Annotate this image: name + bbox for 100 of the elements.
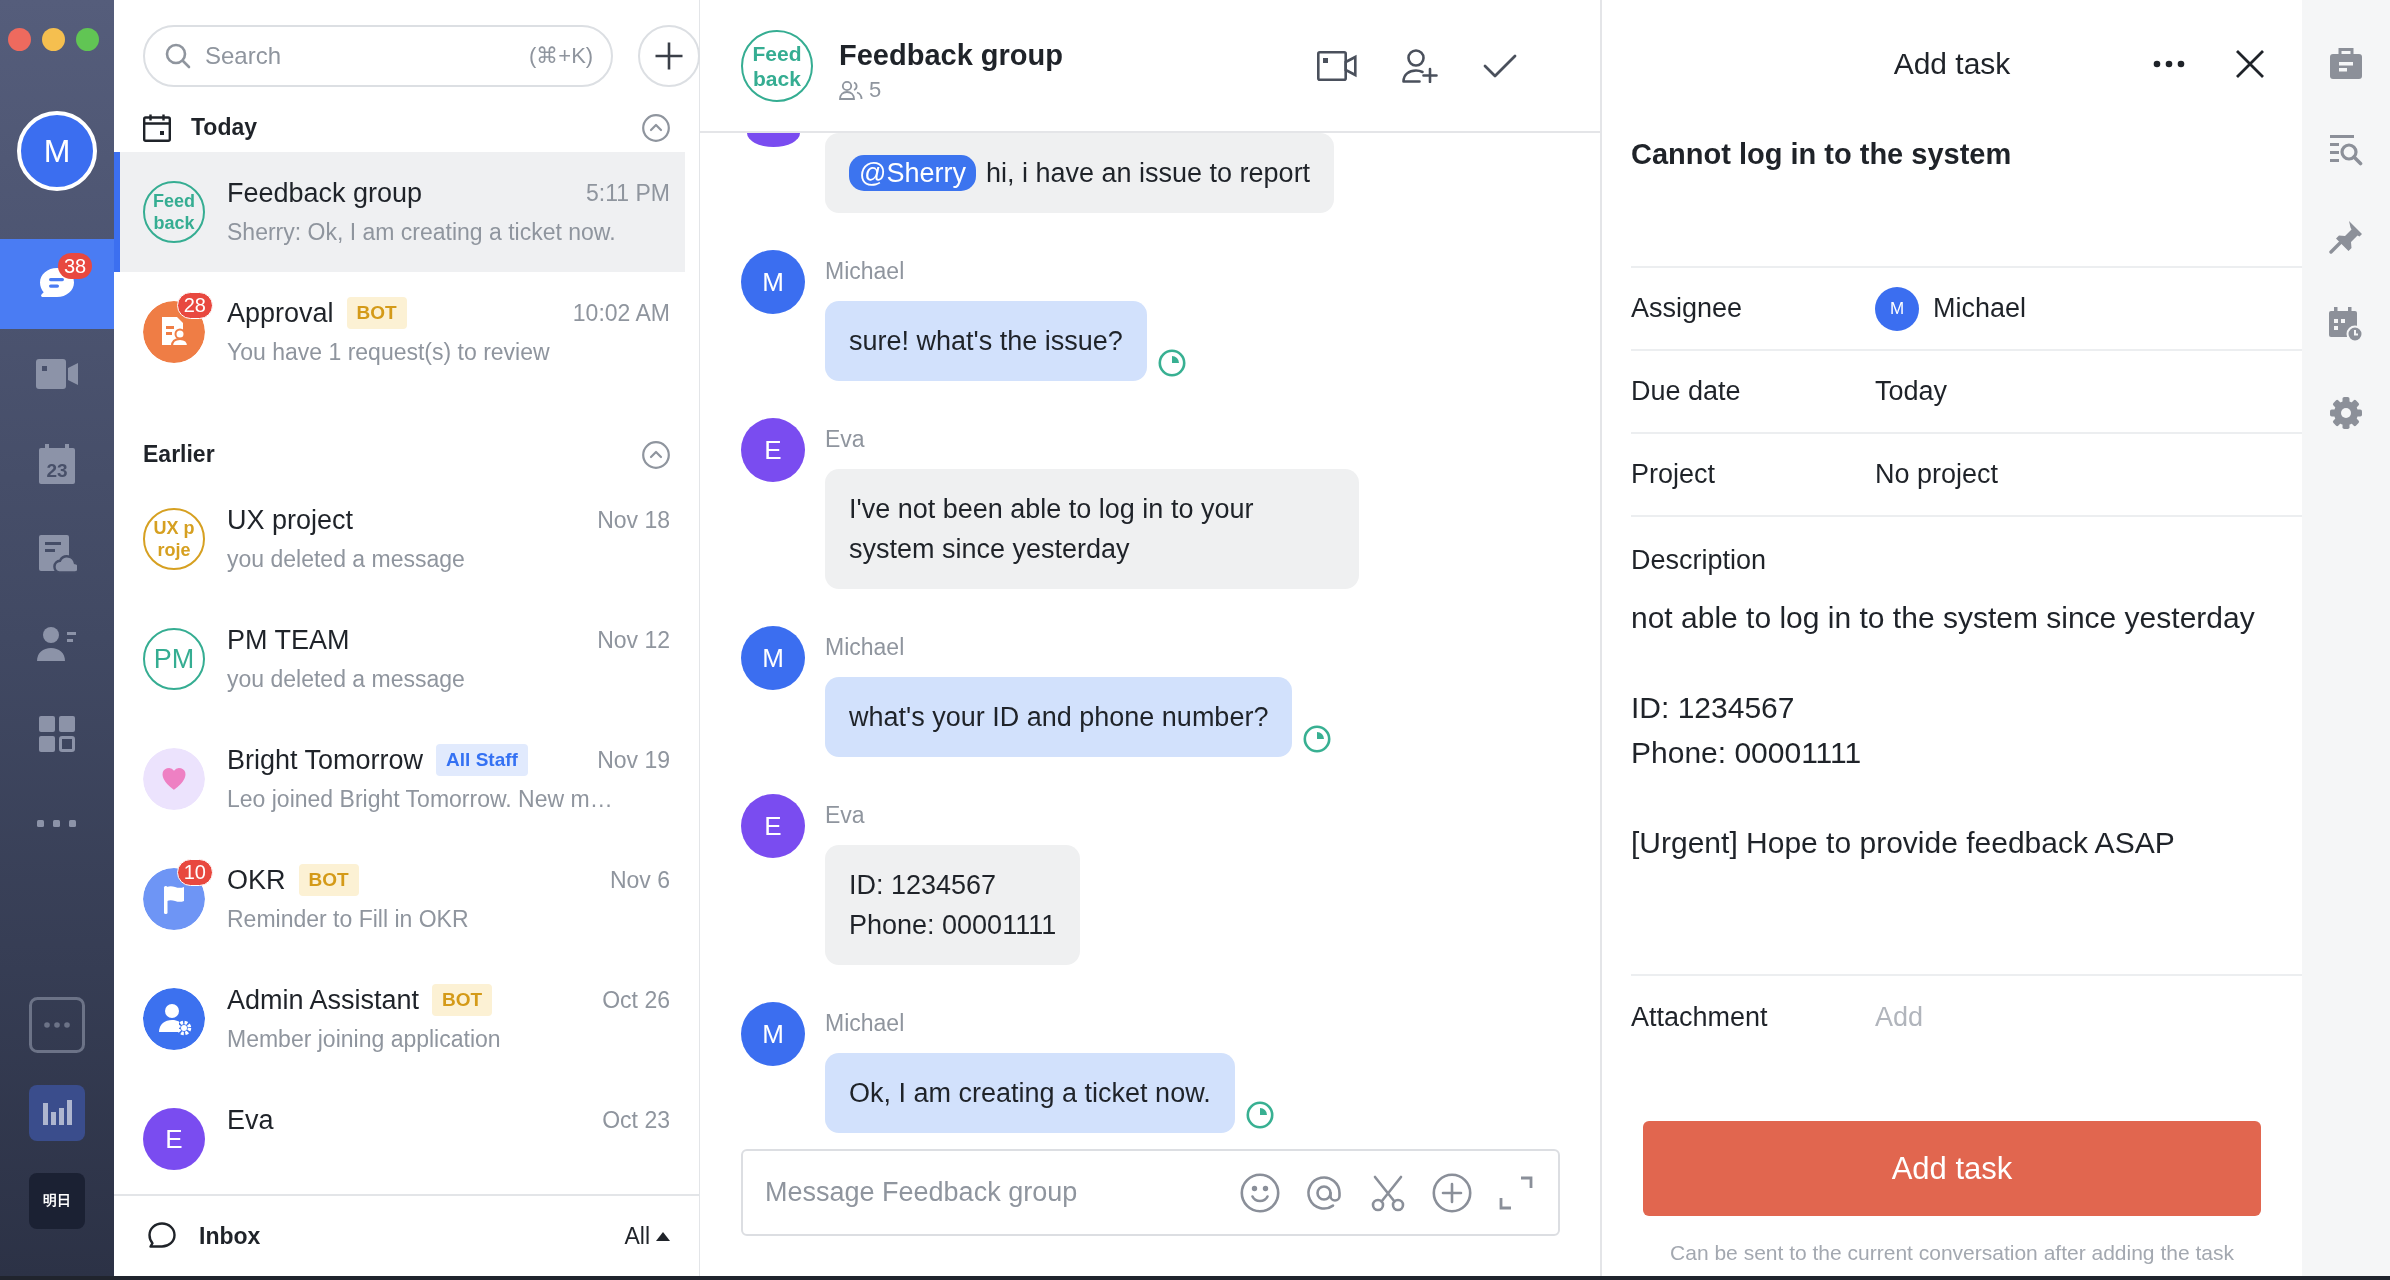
chat-name: PM TEAM [227,624,350,656]
field-label: Assignee [1631,293,1743,324]
chat-list-item[interactable]: UX p roje UX project Nov 18 you deleted a message [114,479,685,599]
message-preview: you deleted a message [227,545,465,574]
user-avatar: M [741,626,805,690]
shortcut-hint: (⌘+K) [529,43,594,69]
chat-list-item[interactable]: 10 OKR BOT Nov 6 Reminder to Fill in OKR [114,839,685,959]
plus-icon [654,41,685,71]
chat-tag: BOT [346,297,407,329]
member-count: 5 [869,76,882,103]
document-cloud-icon [37,534,77,574]
search-icon [165,43,191,69]
user-gear-avatar-icon [143,988,205,1050]
caret-up-icon [656,1231,670,1241]
attachment-field[interactable]: Add [1875,1001,2175,1033]
user-avatar: M [741,250,805,314]
chevron-up-circle-icon[interactable] [642,113,670,142]
sender-name: Eva [825,425,865,454]
message-preview: Sherry: Ok, I am creating a ticket now. [227,218,616,247]
bar-chart-app-icon[interactable] [29,1085,85,1141]
chat-tag: All Staff [436,744,528,776]
video-camera-icon[interactable] [1317,50,1357,81]
message-preview: Member joining application [227,1025,501,1054]
message-text: I've not been able to log in to your system since yesterday [849,494,1254,564]
more-icon[interactable] [2153,60,2185,68]
chat-time: Nov 12 [597,626,670,654]
unread-badge: 28 [176,292,213,319]
calendar-clock-icon[interactable] [2328,307,2364,343]
chat-time: 5:11 PM [586,179,670,207]
sender-name: Eva [825,801,865,830]
chat-name: OKR [227,864,286,896]
field-label: Project [1631,459,1716,490]
app-shortcut-button[interactable]: 明日 [29,1173,85,1229]
progress-ring-icon [1303,725,1332,753]
section-title: Today [191,114,258,141]
calendar-icon [143,113,171,142]
chat-time: Nov 19 [597,746,670,774]
filter-button[interactable]: All [624,1222,670,1250]
message-preview: You have 1 request(s) to review [227,338,550,367]
message-text: sure! what's the issue? [849,326,1123,356]
chat-time: Nov 18 [597,506,670,534]
chat-list-item[interactable]: PM PM TEAM Nov 12 you deleted a message [114,599,685,719]
sender-name: Michael [825,1009,905,1038]
task-title[interactable]: Cannot log in to the system [1631,134,2012,174]
profile-avatar[interactable]: M [17,111,97,191]
add-user-icon[interactable] [1402,48,1438,83]
progress-ring-icon [1157,349,1186,377]
chat-bubble-icon [147,1221,177,1251]
sender-name: Michael [825,257,905,286]
chevron-up-circle-icon[interactable] [642,440,670,469]
chat-time: Oct 26 [602,986,670,1014]
message-input[interactable]: Message Feedback group [765,1177,1216,1208]
hint-text: Can be sent to the current conversation after adding the task [1670,1241,2234,1265]
mention-chip[interactable]: @Sherry [849,155,976,191]
settings-icon[interactable] [2329,396,2363,430]
message-text: Ok, I am creating a ticket now. [849,1078,1211,1108]
message-text: what's your ID and phone number? [849,702,1269,732]
description-text[interactable]: not able to log in to the system since yesterday ID: 1234567 Phone: 00001111 [Urgent] Hope to provide feedback ASAP [1631,595,2255,865]
smiley-icon[interactable] [1240,1172,1280,1213]
chat-name: Eva [227,1104,274,1136]
more-apps-icon[interactable] [29,997,85,1053]
user-avatar: M [741,1002,805,1066]
grid-icon [39,716,75,752]
close-window-button[interactable] [8,28,31,51]
chat-time: Nov 6 [609,866,670,894]
heart-avatar-icon [143,748,205,810]
video-camera-icon [36,359,78,389]
chat-nav-button[interactable]: 38 [0,239,114,329]
panel-title: Add task [1893,47,2011,81]
list-search-icon[interactable] [2329,133,2363,167]
message-composer[interactable]: Message Feedback group [741,1149,1560,1236]
chat-list-item[interactable]: Feed back Feedback group 5:11 PM Sherry: Ok, I am creating a ticket now. [114,152,685,272]
chat-time: 10:02 AM [572,299,670,327]
field-value[interactable]: No project [1875,459,1999,490]
chat-tag: BOT [432,984,493,1016]
minimize-window-button[interactable] [42,28,65,51]
group-avatar: PM [143,628,205,690]
more-dots-icon [37,820,77,828]
chat-list-item[interactable]: 28 Approval BOT 10:02 AM You have 1 request(s) to review [114,272,685,392]
sender-name: Michael [825,633,905,662]
message-preview: Leo joined Bright Tomorrow. New m… [227,785,613,814]
close-icon[interactable] [2235,49,2265,79]
briefcase-icon[interactable] [2329,46,2363,80]
field-label: Due date [1631,376,1741,407]
user-avatar: E [143,1108,205,1170]
chat-list-item[interactable]: E Eva Oct 23 [114,1079,685,1194]
checkmark-icon[interactable] [1483,52,1517,79]
progress-ring-icon [1245,1101,1274,1129]
search-input[interactable]: Search [205,42,515,70]
zoom-window-button[interactable] [76,28,99,51]
chat-tag: BOT [298,864,359,896]
chat-list-item[interactable]: Bright Tomorrow All Staff Nov 19 Leo joined Bright Tomorrow. New m… [114,719,685,839]
field-value[interactable]: Today [1875,376,1948,407]
field-value[interactable]: Michael [1933,293,2027,324]
user-avatar: E [741,794,805,858]
chat-list-item[interactable]: Admin Assistant BOT Oct 26 Member joining application [114,959,685,1079]
plus-circle-icon[interactable] [1432,1172,1472,1213]
pin-icon[interactable] [2329,220,2363,254]
chat-name: UX project [227,504,354,536]
message-preview: you deleted a message [227,665,465,694]
